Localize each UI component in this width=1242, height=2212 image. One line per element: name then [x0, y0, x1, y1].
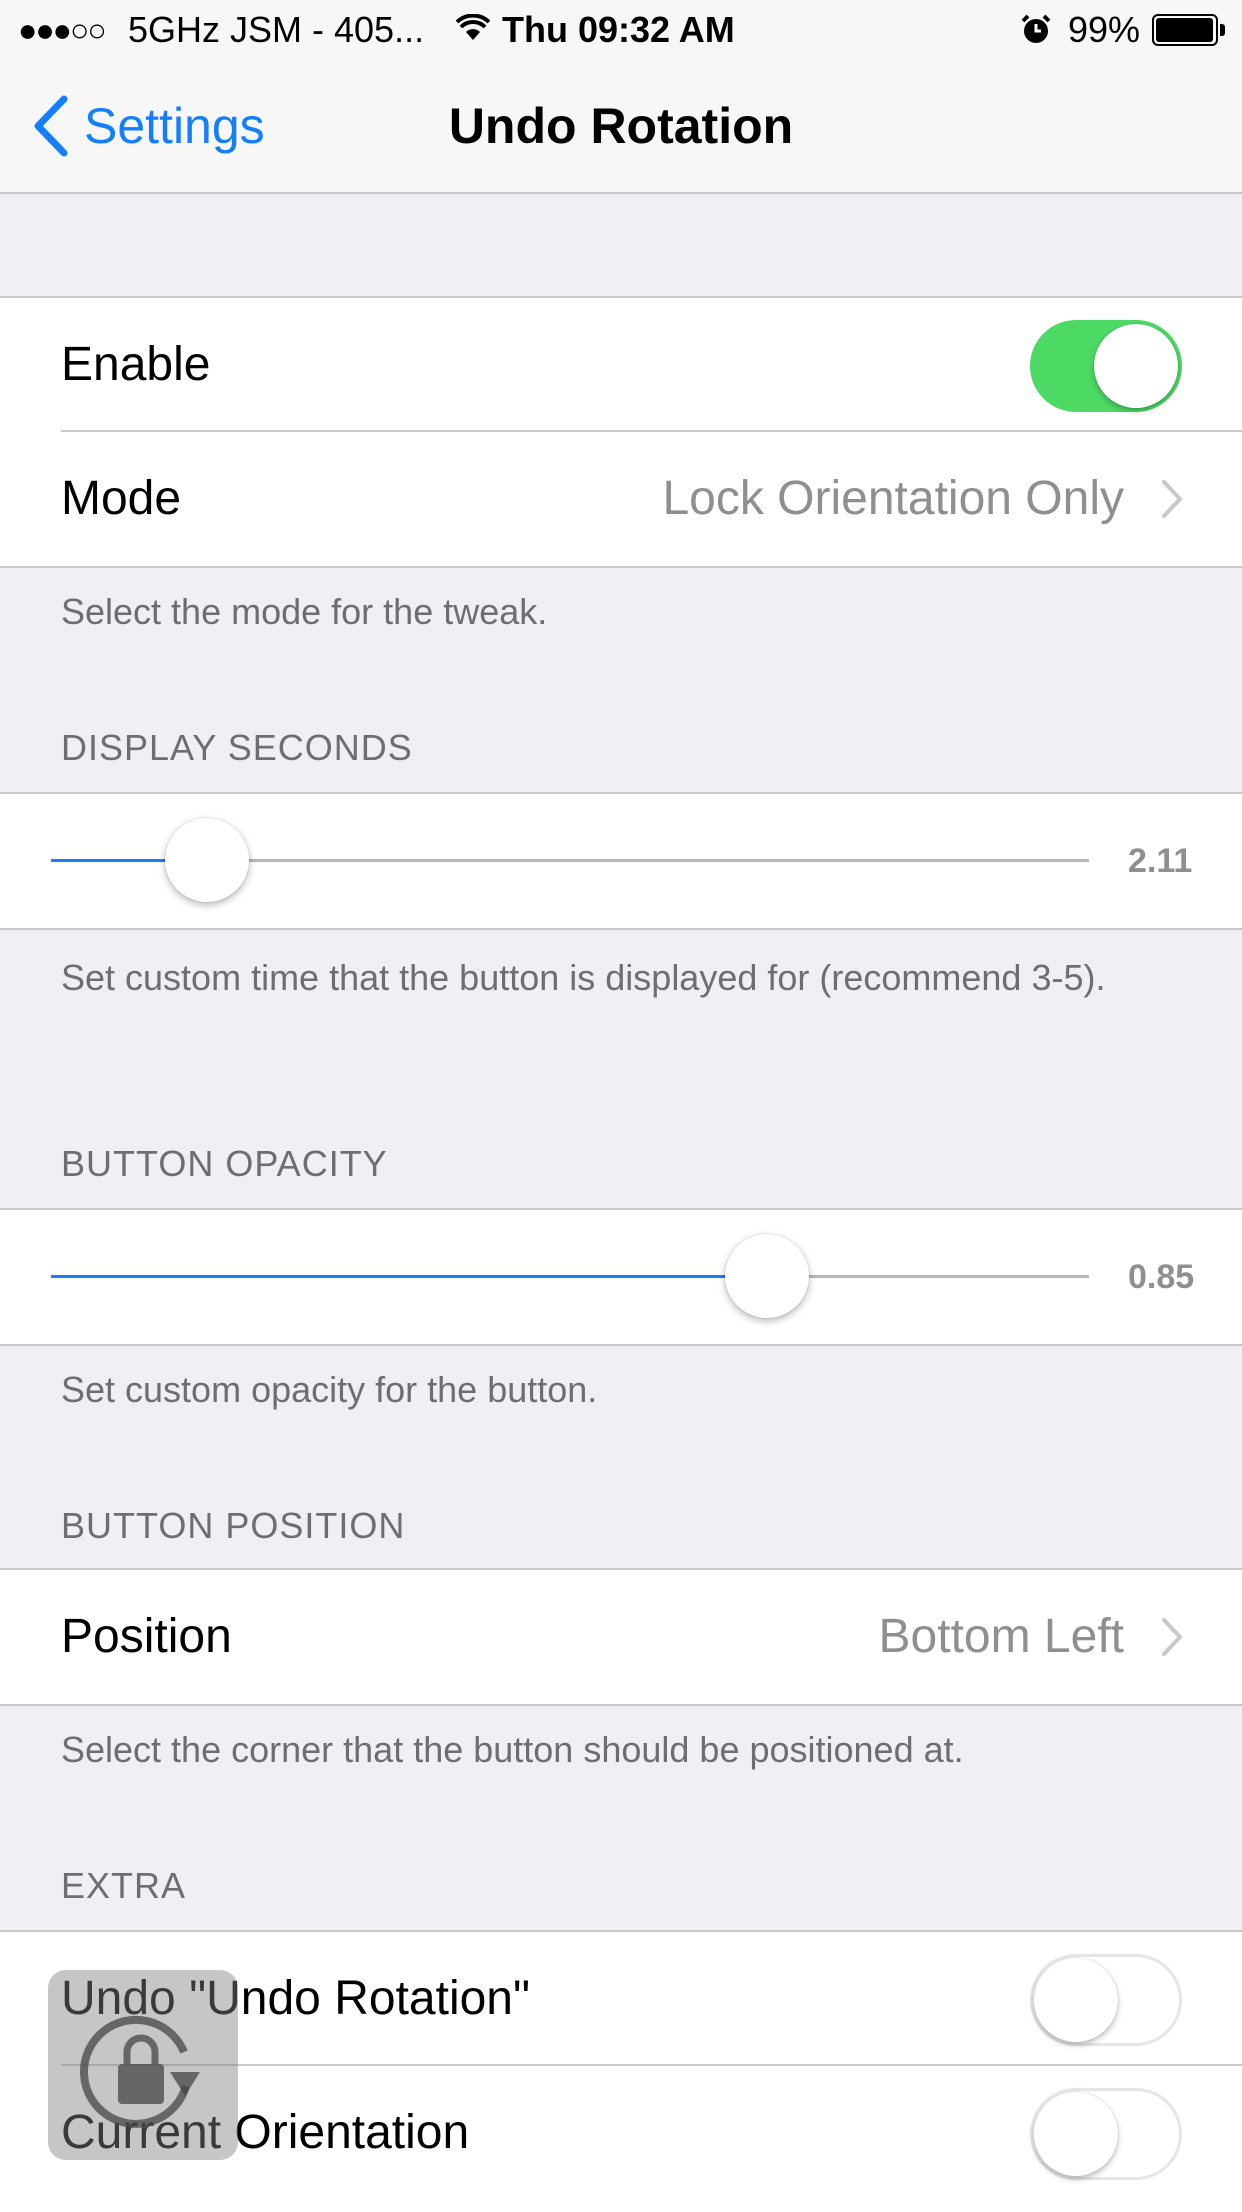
undo-rotation-floating-button[interactable]	[48, 1970, 238, 2160]
chevron-right-icon	[1160, 1616, 1184, 1658]
general-group: Enable Mode Lock Orientation Only	[0, 296, 1242, 568]
display-seconds-value: 2.11	[1128, 842, 1193, 880]
display-seconds-header: DISPLAY SECONDS	[61, 727, 413, 768]
navigation-bar: Settings Undo Rotation	[0, 60, 1242, 194]
wifi-icon	[455, 13, 491, 42]
slider-fill	[51, 1275, 768, 1278]
button-position-group: Position Bottom Left	[0, 1568, 1242, 1706]
mode-row[interactable]: Mode Lock Orientation Only	[0, 432, 1242, 566]
display-seconds-footer: Set custom time that the button is displ…	[61, 957, 1106, 998]
undo-toggle[interactable]	[1030, 1954, 1182, 2046]
toggle-knob	[1094, 324, 1178, 408]
slider-thumb[interactable]	[164, 818, 249, 902]
display-seconds-row: 2.11	[0, 794, 1242, 928]
extra-header: EXTRA	[61, 1865, 187, 1906]
rotation-lock-icon	[74, 2000, 214, 2140]
position-row[interactable]: Position Bottom Left	[0, 1570, 1242, 1704]
carrier-name: 5GHz JSM - 405...	[128, 9, 425, 50]
slider-thumb[interactable]	[725, 1234, 810, 1318]
button-opacity-footer: Set custom opacity for the button.	[61, 1369, 598, 1410]
button-opacity-row: 0.85	[0, 1210, 1242, 1344]
enable-row: Enable	[0, 298, 1242, 432]
chevron-right-icon	[1160, 478, 1184, 520]
enable-toggle[interactable]	[1030, 320, 1182, 412]
mode-value: Lock Orientation Only	[662, 472, 1124, 525]
button-position-footer: Select the corner that the button should…	[61, 1729, 964, 1770]
enable-label: Enable	[61, 338, 211, 391]
alarm-icon	[1020, 14, 1052, 46]
page-title: Undo Rotation	[448, 98, 794, 154]
toggle-knob	[1034, 2092, 1118, 2176]
toggle-knob	[1034, 1958, 1118, 2042]
battery-percent: 99%	[1068, 9, 1141, 50]
battery-icon	[1152, 14, 1228, 48]
button-position-header: BUTTON POSITION	[61, 1505, 406, 1546]
button-opacity-slider[interactable]	[51, 1234, 1089, 1318]
mode-label: Mode	[61, 472, 182, 525]
button-opacity-group: 0.85	[0, 1208, 1242, 1346]
current-orientation-toggle[interactable]	[1030, 2088, 1182, 2180]
mode-footer: Select the mode for the tweak.	[61, 591, 548, 632]
signal-dots-icon: ●●●○○	[18, 12, 107, 48]
status-bar: ●●●○○ 5GHz JSM - 405... Thu 09:32 AM 99%	[0, 0, 1242, 60]
position-label: Position	[61, 1610, 232, 1663]
button-opacity-value: 0.85	[1128, 1258, 1195, 1296]
button-opacity-header: BUTTON OPACITY	[61, 1143, 388, 1184]
display-seconds-group: 2.11	[0, 792, 1242, 930]
display-seconds-slider[interactable]	[51, 818, 1089, 902]
status-time: Thu 09:32 AM	[502, 9, 735, 50]
position-value: Bottom Left	[878, 1610, 1124, 1663]
